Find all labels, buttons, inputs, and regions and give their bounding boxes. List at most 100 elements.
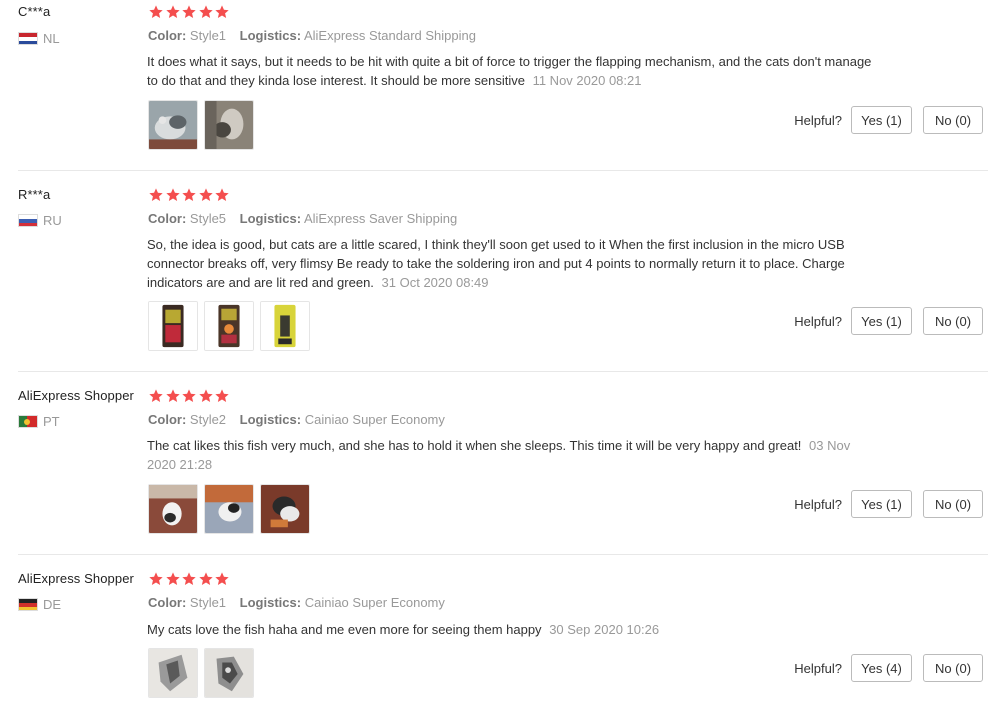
helpful-no-button[interactable]: No (0) <box>923 490 983 518</box>
helpful-label: Helpful? <box>794 314 842 329</box>
star-rating <box>148 388 231 404</box>
review-text: So, the idea is good, but cats are a lit… <box>147 237 845 290</box>
logistics-key: Logistics: <box>239 412 302 427</box>
review-text-block: So, the idea is good, but cats are a lit… <box>147 235 872 292</box>
reviewer-name: AliExpress Shopper <box>18 571 134 586</box>
logistics-value: AliExpress Standard Shipping <box>303 28 476 43</box>
review-divider <box>18 554 988 555</box>
review-photos <box>148 648 254 698</box>
star-icon <box>215 188 229 201</box>
review-text-block: The cat likes this fish very much, and s… <box>147 436 872 474</box>
flag-pt-icon <box>18 415 38 428</box>
review-text: The cat likes this fish very much, and s… <box>147 438 802 453</box>
logistics-key: Logistics: <box>239 211 302 226</box>
star-icon <box>182 5 196 18</box>
review-text: It does what it says, but it needs to be… <box>147 54 872 88</box>
color-value: Style1 <box>189 595 227 610</box>
helpful-label: Helpful? <box>794 661 842 676</box>
star-icon <box>198 188 213 201</box>
star-icon <box>182 389 196 402</box>
review-divider <box>18 371 988 372</box>
reviewer-country: PT <box>18 414 60 429</box>
helpful-yes-button[interactable]: Yes (4) <box>851 654 912 682</box>
review-meta: Color: Style1 Logistics: AliExpress Stan… <box>148 28 486 43</box>
review-divider <box>18 170 988 171</box>
star-icon <box>182 572 196 585</box>
review-photo-thumbnail[interactable] <box>204 484 254 534</box>
review-text-block: My cats love the fish haha and me even m… <box>147 620 872 639</box>
review-photo-thumbnail[interactable] <box>148 301 198 351</box>
star-icon <box>215 389 229 402</box>
star-icon <box>215 5 229 18</box>
review-photo-thumbnail[interactable] <box>204 301 254 351</box>
review-text: My cats love the fish haha and me even m… <box>147 622 542 637</box>
color-key: Color: <box>148 595 187 610</box>
review-meta: Color: Style5 Logistics: AliExpress Save… <box>148 211 467 226</box>
helpful-label: Helpful? <box>794 497 842 512</box>
star-icon <box>215 572 229 585</box>
helpful-yes-button[interactable]: Yes (1) <box>851 307 912 335</box>
star-icon <box>182 188 196 201</box>
reviewer-country: DE <box>18 597 61 612</box>
reviewer-name: R***a <box>18 187 51 202</box>
country-code: DE <box>43 597 62 612</box>
review-photos <box>148 100 254 150</box>
helpful-yes-button[interactable]: Yes (1) <box>851 490 912 518</box>
review-photo-thumbnail[interactable] <box>260 484 310 534</box>
helpful-label: Helpful? <box>794 113 842 128</box>
country-code: PT <box>43 414 60 429</box>
color-value: Style2 <box>189 412 227 427</box>
star-icon <box>165 572 180 585</box>
helpful-no-button[interactable]: No (0) <box>923 654 983 682</box>
review-photo-thumbnail[interactable] <box>204 648 254 698</box>
logistics-key: Logistics: <box>239 28 302 43</box>
review-text-block: It does what it says, but it needs to be… <box>147 52 872 90</box>
helpful-no-button[interactable]: No (0) <box>923 106 983 134</box>
helpful-no-button[interactable]: No (0) <box>923 307 983 335</box>
color-key: Color: <box>148 412 187 427</box>
review-date: 31 Oct 2020 08:49 <box>381 275 489 290</box>
star-rating <box>148 187 231 203</box>
color-value: Style5 <box>189 211 227 226</box>
star-icon <box>198 5 213 18</box>
review-photo-thumbnail[interactable] <box>148 484 198 534</box>
logistics-value: Cainiao Super Economy <box>304 595 445 610</box>
review-date: 11 Nov 2020 08:21 <box>532 73 642 88</box>
review-meta: Color: Style2 Logistics: Cainiao Super E… <box>148 412 455 427</box>
star-icon <box>149 5 163 18</box>
helpful-yes-button[interactable]: Yes (1) <box>851 106 912 134</box>
star-icon <box>165 188 180 201</box>
reviewer-name: C***a <box>18 4 51 19</box>
star-icon <box>149 572 163 585</box>
star-rating <box>148 4 231 20</box>
flag-de-icon <box>18 598 38 611</box>
review-photo-thumbnail[interactable] <box>148 648 198 698</box>
reviewer-country: NL <box>18 31 60 46</box>
star-icon <box>149 188 163 201</box>
country-code: RU <box>43 213 62 228</box>
review-photos <box>148 301 310 351</box>
review-photo-thumbnail[interactable] <box>204 100 254 150</box>
star-icon <box>165 389 180 402</box>
star-icon <box>198 389 213 402</box>
star-icon <box>149 389 163 402</box>
flag-nl-icon <box>18 32 38 45</box>
flag-ru-icon <box>18 214 38 227</box>
logistics-key: Logistics: <box>239 595 302 610</box>
reviewer-country: RU <box>18 213 62 228</box>
review-meta: Color: Style1 Logistics: Cainiao Super E… <box>148 595 455 610</box>
color-key: Color: <box>148 28 187 43</box>
logistics-value: AliExpress Saver Shipping <box>303 211 458 226</box>
star-icon <box>165 5 180 18</box>
review-photos <box>148 484 310 534</box>
color-value: Style1 <box>189 28 227 43</box>
star-icon <box>198 572 213 585</box>
review-date: 30 Sep 2020 10:26 <box>549 622 660 637</box>
review-photo-thumbnail[interactable] <box>148 100 198 150</box>
star-rating <box>148 571 231 587</box>
country-code: NL <box>43 31 60 46</box>
color-key: Color: <box>148 211 187 226</box>
logistics-value: Cainiao Super Economy <box>304 412 445 427</box>
reviewer-name: AliExpress Shopper <box>18 388 134 403</box>
review-photo-thumbnail[interactable] <box>260 301 310 351</box>
